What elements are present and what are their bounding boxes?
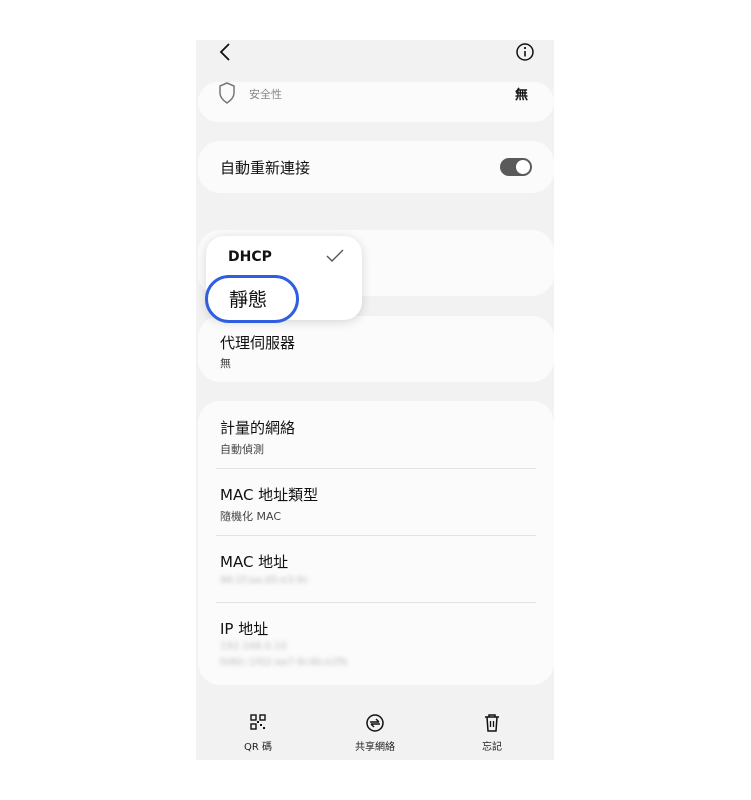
share-network-icon [365, 713, 385, 737]
qr-code-label: QR 碼 [244, 742, 272, 753]
mac-type-label: MAC 地址類型 [220, 486, 319, 504]
divider [216, 468, 536, 469]
mac-address-value: 96:2f:aa:d5:e3:9c [220, 575, 309, 586]
static-option-highlight [205, 275, 299, 323]
ip-address-value-1: 192.168.0.10 [220, 641, 287, 652]
metered-label: 計量的網絡 [220, 419, 296, 437]
forget-label: 忘記 [482, 742, 502, 753]
qr-code-icon [250, 714, 266, 734]
check-icon [325, 248, 345, 268]
divider [216, 602, 536, 603]
network-details-group: 計量的網絡 自動偵測 MAC 地址類型 隨機化 MAC MAC 地址 96:2f… [198, 401, 554, 685]
proxy-label: 代理伺服器 [220, 334, 296, 352]
mac-type-value: 隨機化 MAC [220, 510, 281, 523]
proxy-value: 無 [220, 357, 231, 370]
security-row: 安全性 無 [198, 82, 554, 122]
mac-address-label: MAC 地址 [220, 553, 289, 571]
security-value: 無 [514, 88, 528, 103]
security-label: 安全性 [249, 88, 282, 101]
share-network-label: 共享網絡 [355, 742, 395, 753]
ip-address-value-2: fe80::1f02:aa7:9c4b:e2fb [220, 657, 348, 668]
ip-address-label: IP 地址 [220, 620, 269, 638]
dhcp-option[interactable]: DHCP [228, 249, 272, 265]
shield-icon [218, 82, 236, 108]
auto-reconnect-label: 自動重新連接 [220, 159, 311, 177]
metered-value: 自動偵測 [220, 443, 264, 456]
auto-reconnect-row[interactable]: 自動重新連接 [198, 141, 554, 193]
back-icon[interactable] [218, 42, 232, 66]
divider [216, 535, 536, 536]
settings-screen: 安全性 無 自動重新連接 代理伺服器 無 計量的網絡 自動偵測 MAC 地址類型… [196, 40, 554, 760]
trash-icon [483, 713, 501, 737]
proxy-row[interactable]: 代理伺服器 無 [198, 316, 554, 382]
auto-reconnect-toggle[interactable] [500, 158, 532, 176]
info-icon[interactable] [515, 42, 535, 66]
